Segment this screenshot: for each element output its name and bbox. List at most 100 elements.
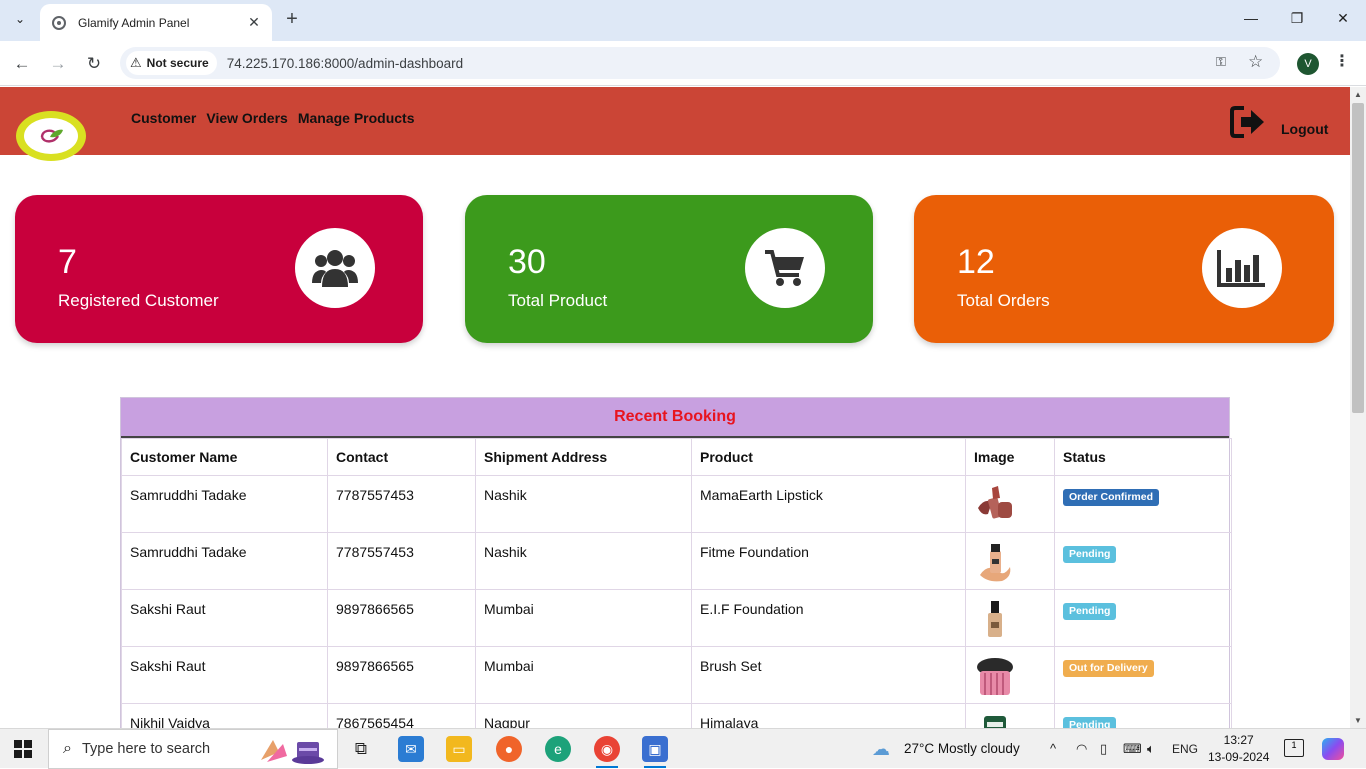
cloud-icon[interactable]: ☁ [872,739,890,760]
forward-button[interactable]: → [46,52,70,76]
address-bar[interactable]: ⚠ Not secure 74.225.170.186:8000/admin-d… [120,47,1280,79]
himalaya-image [984,716,1006,728]
battery-icon[interactable]: ▯ [1100,741,1107,757]
notification-icon[interactable]: 1 [1284,739,1304,757]
stat-label: Total Product [508,291,608,310]
language-indicator[interactable]: ENG [1172,742,1198,756]
stat-icon-circle [745,228,825,308]
contact-cell: 9897866565 [327,646,476,704]
search-placeholder: Type here to search [81,741,211,757]
nav-view-orders[interactable]: View Orders [206,110,287,126]
profile-avatar[interactable]: V [1297,53,1319,75]
nav-manage-products[interactable]: Manage Products [298,110,415,126]
customer-name-cell: Samruddhi Tadake [121,475,328,533]
windows-start-icon[interactable] [14,740,32,758]
stat-value: 30 [508,243,546,281]
table-row: Sakshi Raut 9897866565 Mumbai Brush Set [121,646,1232,704]
restore-button[interactable]: ❐ [1274,10,1320,27]
copilot-icon[interactable] [1322,738,1344,760]
address-cell: Nashik [475,532,692,590]
key-icon[interactable]: ⚿ [1216,54,1226,70]
url-text[interactable]: 74.225.170.186:8000/admin-dashboard [227,56,463,71]
nav-customer[interactable]: Customer [131,110,196,126]
back-button[interactable]: ← [10,52,34,76]
clock[interactable]: 13:27 13-09-2024 [1208,732,1269,766]
product-cell: Himalaya [691,703,966,728]
close-window-button[interactable]: ✕ [1320,10,1366,27]
network-icon[interactable]: ◠ [1076,741,1087,757]
users-icon [312,250,358,287]
task-view-icon[interactable]: ⧉ [348,736,374,762]
image-cell [965,475,1055,533]
status-badge: Pending [1063,603,1117,620]
tab-close-icon[interactable]: ✕ [244,13,264,33]
site-header: Customer View Orders Manage Products Log… [0,87,1350,161]
address-cell: Nashik [475,475,692,533]
product-cell: MamaEarth Lipstick [691,475,966,533]
customer-name-cell: Nikhil Vaidya [121,703,328,728]
cart-icon [765,250,804,286]
star-icon[interactable]: ☆ [1248,52,1263,72]
reload-button[interactable]: ↻ [82,52,106,76]
logout-link[interactable]: Logout [1281,121,1328,137]
tab-title: Glamify Admin Panel [78,15,190,30]
main-nav: Customer View Orders Manage Products [131,110,415,126]
product-cell: E.I.F Foundation [691,589,966,647]
tab-search-button[interactable]: ⌄ [9,8,31,30]
edge-icon[interactable]: e [545,736,571,762]
foundation-bottle-image [988,601,1002,637]
firefox-icon[interactable]: ● [496,736,522,762]
total-orders-card: 12 Total Orders [914,195,1334,343]
menu-icon[interactable]: ⋮ [1334,51,1350,71]
remote-desktop-icon[interactable]: ▣ [642,736,668,768]
input-method-icon[interactable]: ⌨ [1123,741,1142,757]
product-cell: Brush Set [691,646,966,704]
customer-name-cell: Samruddhi Tadake [121,532,328,590]
windows-taskbar: ⌕ Type here to search ⧉ ✉ ▭ ● e ◉ ▣ ☁ 27… [0,728,1366,769]
scroll-up-icon[interactable]: ▲ [1354,90,1362,99]
table-header-row: Customer Name Contact Shipment Address P… [121,438,1232,476]
recent-booking-title: Recent Booking [614,408,736,425]
browser-tab[interactable]: Glamify Admin Panel ✕ [40,4,272,41]
stat-icon-circle [295,228,375,308]
search-icon: ⌕ [63,740,72,757]
search-highlight-art-icon [261,740,324,764]
security-chip[interactable]: ⚠ Not secure [126,51,217,75]
lipstick-image [978,486,1012,519]
minimize-button[interactable]: — [1228,10,1274,26]
file-explorer-icon[interactable]: ▭ [446,736,472,762]
contact-cell: 9897866565 [327,589,476,647]
time-text: 13:27 [1223,733,1254,747]
logo[interactable] [16,111,86,161]
date-text: 13-09-2024 [1208,750,1270,764]
scrollbar-thumb[interactable] [1352,103,1364,413]
page-viewport: Customer View Orders Manage Products Log… [0,87,1350,728]
browser-tabstrip: ⌄ Glamify Admin Panel ✕ + — ❐ ✕ [0,0,1366,41]
total-product-card: 30 Total Product [465,195,873,343]
column-header: Shipment Address [475,438,692,476]
status-badge: Out for Delivery [1063,660,1154,677]
volume-icon[interactable]: 🔈︎ [1147,741,1155,757]
recent-booking-table: Customer Name Contact Shipment Address P… [121,438,1232,728]
column-header: Status [1054,438,1232,476]
taskbar-search[interactable]: ⌕ Type here to search [48,729,338,769]
page-scrollbar[interactable]: ▲ ▼ [1350,87,1366,728]
mail-icon[interactable]: ✉ [398,736,424,762]
scroll-down-icon[interactable]: ▼ [1354,716,1362,725]
show-hidden-icons-icon[interactable]: ^ [1050,741,1056,756]
foundation-image [980,544,1011,582]
address-cell: Mumbai [475,589,692,647]
logout-icon[interactable] [1230,105,1266,139]
registered-customer-card: 7 Registered Customer [15,195,423,343]
new-tab-button[interactable]: + [282,9,302,29]
status-cell: Pending [1054,532,1232,590]
address-cell: Nagpur [475,703,692,728]
image-cell [965,589,1055,647]
chrome-icon[interactable]: ◉ [594,736,620,768]
weather-text[interactable]: 27°C Mostly cloudy [904,741,1020,756]
stat-value: 7 [58,243,77,281]
warning-icon: ⚠ [130,55,142,70]
status-cell: Pending [1054,589,1232,647]
image-cell [965,532,1055,590]
table-row: Sakshi Raut 9897866565 Mumbai E.I.F Foun… [121,589,1232,647]
